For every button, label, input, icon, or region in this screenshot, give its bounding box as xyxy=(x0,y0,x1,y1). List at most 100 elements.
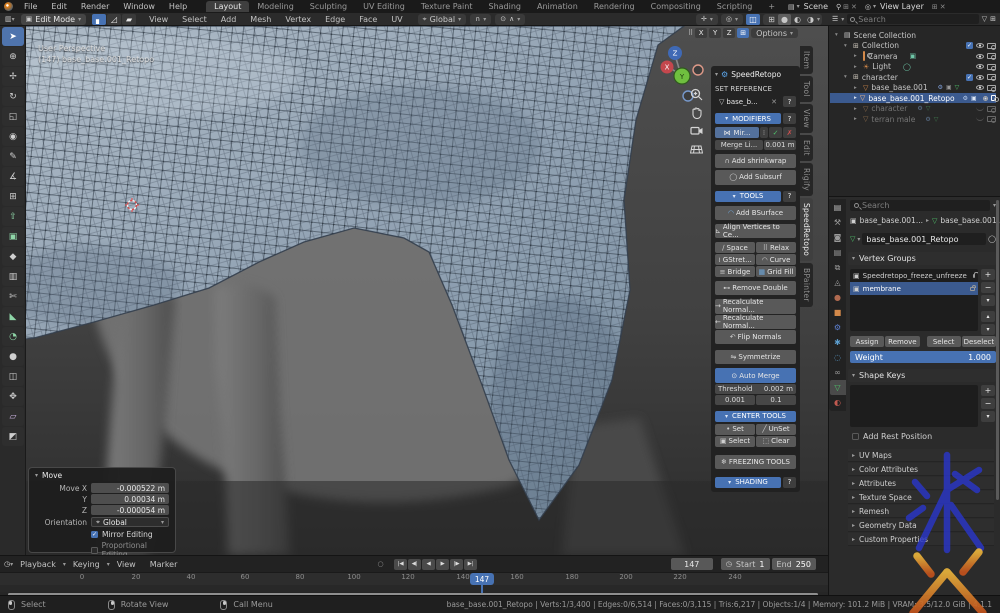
breadcrumb-object[interactable]: base_base.001... xyxy=(860,216,923,225)
xray-toggle[interactable]: ◫ xyxy=(746,14,760,25)
tool-poly-build[interactable]: ◣ xyxy=(2,307,24,326)
shading-rendered-button[interactable]: ◑ xyxy=(804,14,817,25)
editor-type-icon[interactable]: ▥ xyxy=(5,15,12,23)
pin-icon[interactable]: ⚲ xyxy=(836,3,841,11)
shape-key-specials-button[interactable]: ▾ xyxy=(981,411,995,422)
tab-output-properties[interactable]: ▤ xyxy=(830,245,846,260)
outliner-row-scene-collection[interactable]: ▾▤Scene Collection xyxy=(830,30,996,40)
remove-button[interactable]: Remove xyxy=(885,336,919,347)
proportional-editing-group[interactable]: ⊙ ∧ ▾ xyxy=(495,14,525,25)
view-layer-name[interactable]: View Layer xyxy=(878,2,930,11)
menu-view[interactable]: View xyxy=(142,15,175,24)
tool-rotate[interactable]: ↻ xyxy=(2,87,24,106)
section-uv-maps[interactable]: ▸UV Maps xyxy=(848,449,994,462)
collection-checkbox[interactable]: ✓ xyxy=(966,74,973,81)
select-button[interactable]: Select xyxy=(927,336,961,347)
scene-name[interactable]: Scene xyxy=(802,2,834,11)
tab-scene-properties[interactable]: ◬ xyxy=(830,275,846,290)
threshold-preset-high-button[interactable]: 0.1 xyxy=(756,395,796,405)
eye-icon[interactable] xyxy=(976,75,984,80)
shading-solid-button[interactable]: ● xyxy=(778,14,791,25)
workspace-tab-uv-editing[interactable]: UV Editing xyxy=(355,1,413,12)
tab-object-data-properties[interactable]: ▽ xyxy=(830,380,846,395)
mesh-datablock-icon[interactable]: ▽ xyxy=(850,235,855,243)
outliner-search[interactable]: Search xyxy=(847,14,978,24)
mirror-modifier-button[interactable]: ⋈Mir... xyxy=(715,127,759,138)
menu-edit[interactable]: Edit xyxy=(44,2,74,11)
render-visibility-icon[interactable] xyxy=(987,64,996,70)
tool-scale[interactable]: ◱ xyxy=(2,107,24,126)
play-button[interactable]: ▶ xyxy=(436,559,449,570)
render-visibility-icon[interactable] xyxy=(987,85,996,91)
tool-knife[interactable]: ✄ xyxy=(2,287,24,306)
tool-loop-cut[interactable]: ▥ xyxy=(2,267,24,286)
outliner-row-base-base-001[interactable]: ▸▽base_base.001 ⚙ ▣ ▽ xyxy=(830,83,996,93)
menu-render[interactable]: Render xyxy=(74,2,116,11)
shading-chevron-icon[interactable]: ▾ xyxy=(817,16,820,23)
panel-collapse-icon[interactable]: ▾ xyxy=(715,71,718,78)
properties-search[interactable]: Search xyxy=(850,200,990,211)
center-unset-button[interactable]: ╱UnSet xyxy=(756,424,796,435)
freezing-tools-button[interactable]: ❄FREEZING TOOLS xyxy=(715,455,796,469)
outliner-row-character[interactable]: ▸▽character ⚙ ▽ xyxy=(830,104,996,114)
tool-annotate[interactable]: ✎ xyxy=(2,147,24,166)
move-vgroup-down-button[interactable]: ▾ xyxy=(981,324,995,335)
tools-help-button[interactable]: ? xyxy=(783,191,796,202)
scene-chevron-icon[interactable]: ▾ xyxy=(797,3,800,10)
proportional-editing-checkbox[interactable] xyxy=(91,547,98,554)
tab-tool[interactable]: Tool xyxy=(800,76,813,102)
tab-speedretopo[interactable]: SpeedRetopo xyxy=(800,198,813,261)
snap-dropdown[interactable]: ∩ ▾ xyxy=(470,14,491,25)
menu-window[interactable]: Window xyxy=(116,2,162,11)
new-collection-icon[interactable]: ⊞ xyxy=(990,15,996,23)
gstretch-button[interactable]: ≀GStret... xyxy=(715,254,755,265)
section-remesh[interactable]: ▸Remesh xyxy=(848,505,994,518)
menu-add[interactable]: Add xyxy=(214,15,244,24)
gizmo-minus-x-ball[interactable] xyxy=(693,65,703,75)
shape-keys-list[interactable] xyxy=(850,385,978,427)
move-panel-collapse-icon[interactable]: ▾ xyxy=(35,472,38,479)
weight-slider[interactable]: Weight 1.000 xyxy=(850,351,996,363)
scene-icon[interactable]: ▤ xyxy=(788,3,795,11)
overlays-toggle[interactable]: ◎ ▾ xyxy=(721,14,743,25)
remove-vgroup-button[interactable]: − xyxy=(981,282,995,293)
outliner-filter-icon[interactable]: ▽ xyxy=(982,15,987,23)
symmetrize-button[interactable]: ⇋Symmetrize xyxy=(715,350,796,364)
viewport-3d[interactable]: User Perspective (147) base_base.001_Ret… xyxy=(0,26,828,555)
auto-merge-toggle[interactable]: ⊙Auto Merge xyxy=(715,368,796,382)
relax-button[interactable]: ⠿Relax xyxy=(756,242,796,253)
recalc-normals-in-button[interactable]: ←Recalculate Normal... xyxy=(715,315,796,329)
move-z-field[interactable]: -0.000054 m xyxy=(91,505,169,515)
properties-scrollbar[interactable] xyxy=(996,200,999,500)
outliner-row-terran-male[interactable]: ▸▽terran male ⚙ ▽ xyxy=(830,114,996,124)
vgroup-row-freeze[interactable]: ▣ Speedretopo_freeze_unfreeze xyxy=(850,269,978,282)
tab-world-properties[interactable]: ● xyxy=(830,290,846,305)
tool-edge-slide[interactable]: ◫ xyxy=(2,367,24,386)
tool-move[interactable]: ✢ xyxy=(2,67,24,86)
tool-spin[interactable]: ◔ xyxy=(2,327,24,346)
menu-help[interactable]: Help xyxy=(162,2,194,11)
delete-scene-icon[interactable]: ✕ xyxy=(851,3,857,11)
bridge-button[interactable]: ≡Bridge xyxy=(715,266,755,277)
vgroup-specials-button[interactable]: ▾ xyxy=(981,295,995,306)
workspace-tab-modeling[interactable]: Modeling xyxy=(249,1,301,12)
remove-shape-key-button[interactable]: − xyxy=(981,398,995,409)
space-button[interactable]: ∕Space xyxy=(715,242,755,253)
shading-help-button[interactable]: ? xyxy=(783,477,796,488)
collection-checkbox[interactable]: ✓ xyxy=(966,42,973,49)
tab-bpainter[interactable]: BPainter xyxy=(800,263,813,307)
modifiers-help-button[interactable]: ? xyxy=(783,113,796,124)
transform-orientation-dropdown[interactable]: ⌖ Global ▾ xyxy=(418,14,467,25)
outliner-row-camera[interactable]: ▸Camera ▣ xyxy=(830,51,996,61)
copy-scene-icon[interactable]: ⊞ xyxy=(843,3,849,11)
tab-modifier-properties[interactable]: ⚙ xyxy=(830,320,846,335)
tab-particle-properties[interactable]: ✱ xyxy=(830,335,846,350)
tab-object-properties[interactable]: ■ xyxy=(830,305,846,320)
curve-button[interactable]: ◠Curve xyxy=(756,254,796,265)
view-layer-chevron-icon[interactable]: ▾ xyxy=(873,3,876,10)
tab-material-properties[interactable]: ◐ xyxy=(830,395,846,410)
tab-item[interactable]: Item xyxy=(800,46,813,74)
reference-help-button[interactable]: ? xyxy=(783,96,796,107)
eye-icon[interactable] xyxy=(976,85,984,90)
assign-button[interactable]: Assign xyxy=(850,336,884,347)
